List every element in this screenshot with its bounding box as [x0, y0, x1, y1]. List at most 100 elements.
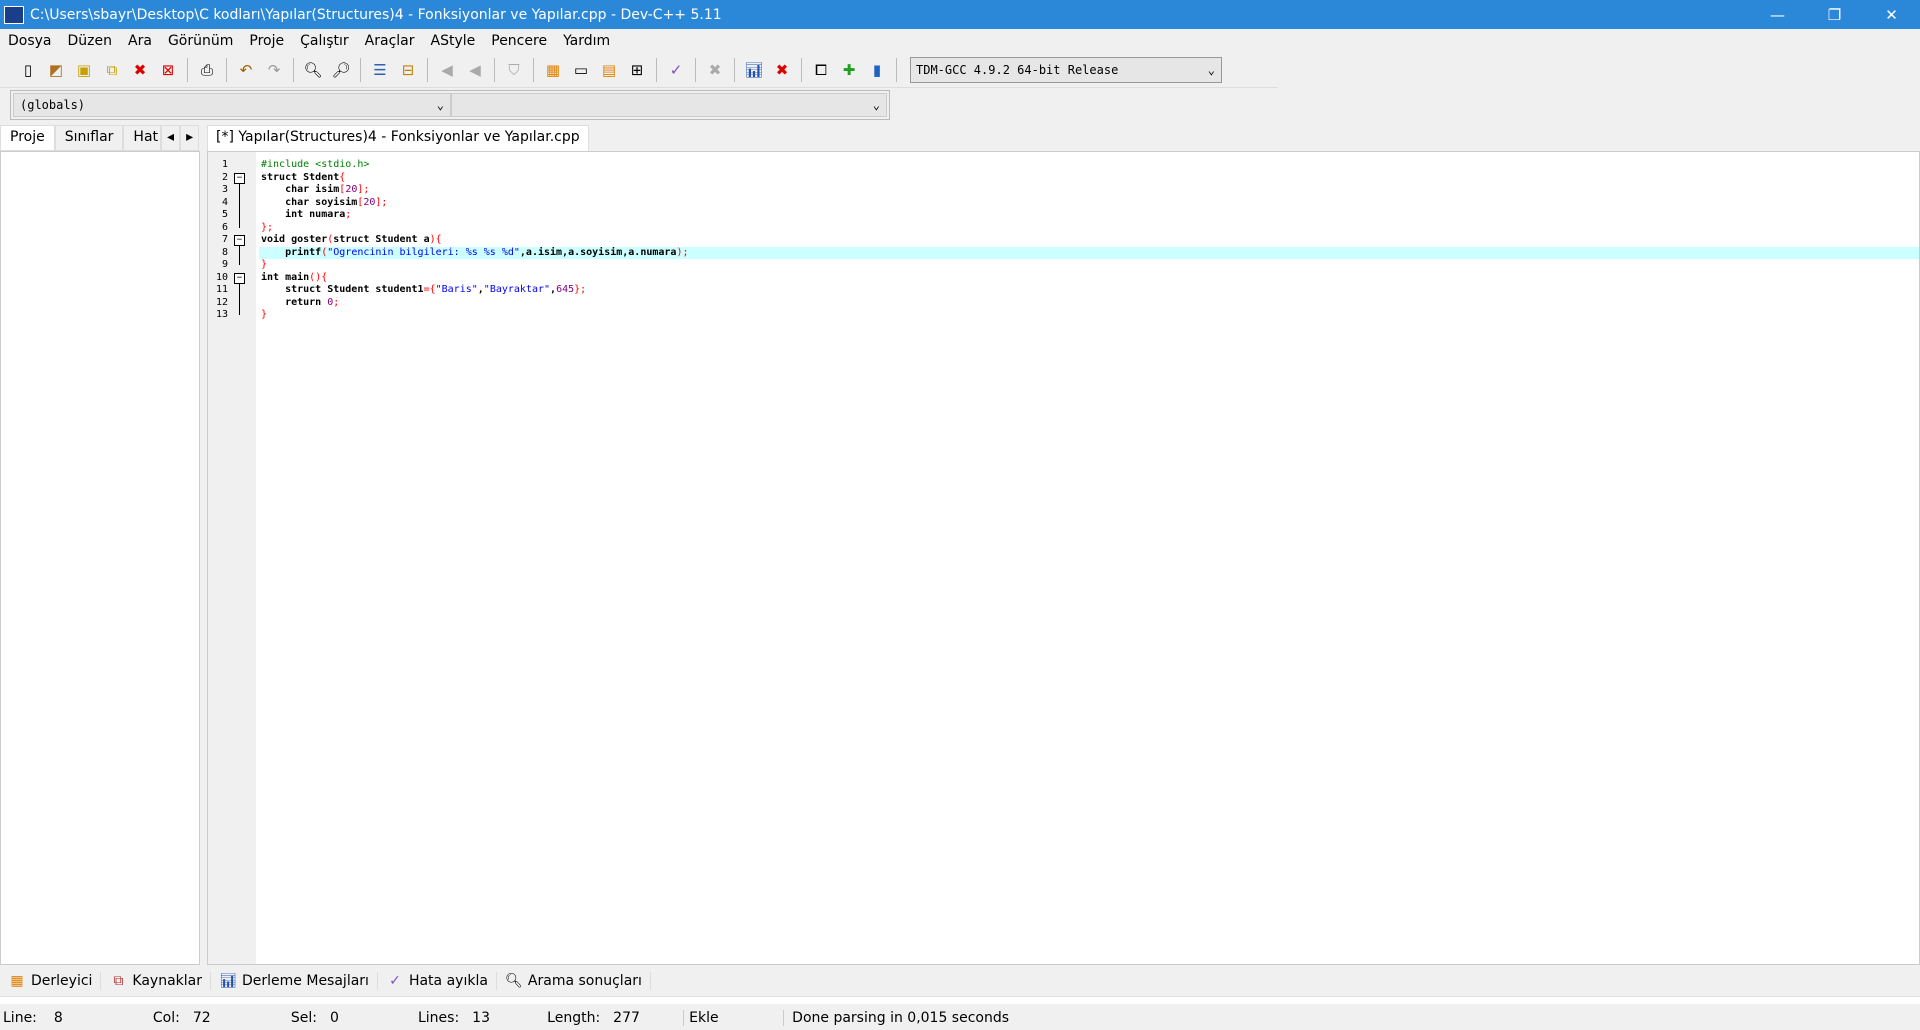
- code-editor[interactable]: 1 #include <stdio.h> 2− struct Stdent{3 cha…: [207, 151, 1920, 965]
- compiler-select[interactable]: TDM-GCC 4.9.2 64-bit Release ⌄: [910, 57, 1222, 83]
- fold-toggle-icon[interactable]: −: [234, 172, 245, 184]
- code-token: }: [261, 259, 268, 270]
- sel-label: Sel:: [290, 1010, 317, 1026]
- code-line[interactable]: 4 char soyisim[20];: [208, 197, 1919, 210]
- tab-derleyici[interactable]: ▦ Derleyici: [0, 972, 102, 990]
- compile-run-icon[interactable]: ▤: [598, 59, 620, 81]
- member-select[interactable]: ⌄: [451, 93, 887, 117]
- minimize-button[interactable]: —: [1749, 6, 1806, 24]
- menu-calistir[interactable]: Çalıştır: [292, 33, 357, 49]
- new-file-icon[interactable]: ▯: [17, 59, 39, 81]
- code-line[interactable]: 3 char isim[20];: [208, 184, 1919, 197]
- menu-proje[interactable]: Proje: [241, 33, 292, 49]
- chevron-down-icon: ⌄: [436, 98, 444, 112]
- tab-scroll-left[interactable]: ◂: [161, 125, 181, 151]
- code-line[interactable]: 6};: [208, 222, 1919, 235]
- title-bar: C:\Users\sbayr\Desktop\C kodları\Yapılar…: [0, 0, 1920, 29]
- redo-icon[interactable]: ↷: [263, 59, 285, 81]
- scope-select[interactable]: (globals) ⌄: [13, 93, 451, 117]
- open-file-icon[interactable]: ◩: [45, 59, 67, 81]
- menu-duzen[interactable]: Düzen: [60, 33, 121, 49]
- code-token: "Bayraktar": [483, 284, 551, 295]
- new-class-icon[interactable]: ⧠: [810, 59, 832, 81]
- fold-toggle-icon[interactable]: −: [234, 235, 245, 246]
- lines-value: 13: [472, 1010, 490, 1026]
- code-text: struct Student student1={"Baris","Bayrak…: [259, 284, 1919, 297]
- editor-tab[interactable]: [*] Yapılar(Structures)4 - Fonksiyonlar …: [207, 125, 589, 151]
- bottom-panel-splitter[interactable]: [0, 996, 1920, 1004]
- status-message: Done parsing in 0,015 seconds: [783, 1010, 1012, 1026]
- fold-toggle-icon[interactable]: −: [234, 272, 245, 284]
- menu-gorunum[interactable]: Görünüm: [160, 33, 241, 49]
- chevron-down-icon: ⌄: [1207, 63, 1215, 77]
- debug-icon[interactable]: ✓: [665, 59, 687, 81]
- code-token: 20: [345, 184, 358, 195]
- delete-profile-icon[interactable]: ✖: [771, 59, 793, 81]
- line-number: 9: [221, 259, 228, 270]
- menu-yardim[interactable]: Yardım: [555, 33, 618, 49]
- code-token: "Ogrencinin bilgileri: %s %s %d": [327, 246, 520, 258]
- code-token: ={: [423, 284, 436, 295]
- tab-scroll-right[interactable]: ▸: [180, 125, 200, 151]
- code-line[interactable]: 2− struct Stdent{: [208, 172, 1919, 228]
- print-icon[interactable]: ⎙: [196, 59, 218, 81]
- tab-derleme-mesajlari[interactable]: 📊︎ Derleme Mesajları: [211, 972, 378, 990]
- menu-araclar[interactable]: Araçlar: [357, 33, 423, 49]
- menu-pencere[interactable]: Pencere: [483, 33, 555, 49]
- code-line[interactable]: 5 int numara;: [208, 209, 1919, 222]
- check-icon: ✓: [389, 973, 401, 989]
- code-line[interactable]: 10− int main(){: [208, 271, 1919, 315]
- code-token: "Baris": [435, 284, 478, 295]
- tab-hata[interactable]: Hat: [123, 125, 162, 151]
- code-token: char soyisim: [261, 196, 358, 208]
- lines-label: Lines:: [417, 1010, 460, 1026]
- rebuild-icon[interactable]: ⊞: [626, 59, 648, 81]
- code-token: #include <stdio.h>: [261, 159, 370, 170]
- save-all-icon[interactable]: ⧉: [101, 59, 123, 81]
- code-token: ){: [429, 234, 442, 245]
- code-token: int numara: [261, 209, 346, 220]
- code-line[interactable]: 1 #include <stdio.h>: [208, 159, 1919, 172]
- menu-ara[interactable]: Ara: [120, 33, 160, 49]
- code-token: int main: [261, 271, 310, 283]
- close-file-icon[interactable]: ✖: [129, 59, 151, 81]
- run-icon[interactable]: ▭: [570, 59, 592, 81]
- compile-icon[interactable]: ▦: [542, 59, 564, 81]
- restore-button[interactable]: ❐: [1806, 6, 1863, 24]
- window-title: C:\Users\sbayr\Desktop\C kodları\Yapılar…: [30, 6, 722, 23]
- code-line[interactable]: 9}: [208, 259, 1919, 272]
- tab-arama-sonuclari[interactable]: 🔍︎ Arama sonuçları: [497, 972, 651, 990]
- code-token: ];: [375, 196, 388, 208]
- undo-icon[interactable]: ↶: [235, 59, 257, 81]
- code-text: char soyisim[20];: [259, 197, 1919, 210]
- profile-icon[interactable]: 📊︎: [743, 59, 765, 81]
- code-line[interactable]: 7− void goster(struct Student a){: [208, 234, 1919, 265]
- menu-astyle[interactable]: AStyle: [423, 33, 484, 49]
- menu-dosya[interactable]: Dosya: [0, 33, 60, 49]
- line-number: 4: [221, 196, 228, 208]
- project-options-icon[interactable]: ▮: [866, 59, 888, 81]
- indent-icon[interactable]: ☰: [369, 59, 391, 81]
- tab-kaynaklar[interactable]: ⧉ Kaynaklar: [101, 972, 212, 990]
- stop-icon: ✖: [708, 61, 722, 79]
- tab-siniflar[interactable]: Sınıflar: [54, 125, 124, 151]
- tab-hata-ayikla[interactable]: ✓ Hata ayıkla: [378, 972, 497, 990]
- chart-icon: 📊︎: [219, 973, 237, 989]
- find-icon[interactable]: 🔍︎: [302, 59, 324, 81]
- replace-icon[interactable]: 🔎︎: [330, 59, 352, 81]
- close-all-icon[interactable]: ⊠: [157, 59, 179, 81]
- tab-proje[interactable]: Proje: [0, 125, 55, 151]
- code-token: ];: [357, 184, 370, 195]
- code-line[interactable]: 8 printf("Ogrencinin bilgileri: %s %s %d…: [208, 246, 1919, 259]
- code-line[interactable]: 12 return 0;: [208, 297, 1919, 310]
- add-to-project-icon[interactable]: ✚: [838, 59, 860, 81]
- code-token: };: [261, 221, 274, 233]
- tab-label: Arama sonuçları: [527, 973, 642, 989]
- code-text: struct Stdent{: [259, 172, 1919, 185]
- code-line[interactable]: 11 struct Student student1={"Baris","Bay…: [208, 284, 1919, 297]
- close-button[interactable]: ✕: [1863, 6, 1920, 24]
- line-label: Line:: [3, 1010, 37, 1026]
- save-icon[interactable]: ▣: [73, 59, 95, 81]
- code-line[interactable]: 13}: [208, 309, 1919, 322]
- unindent-icon[interactable]: ⊟: [397, 59, 419, 81]
